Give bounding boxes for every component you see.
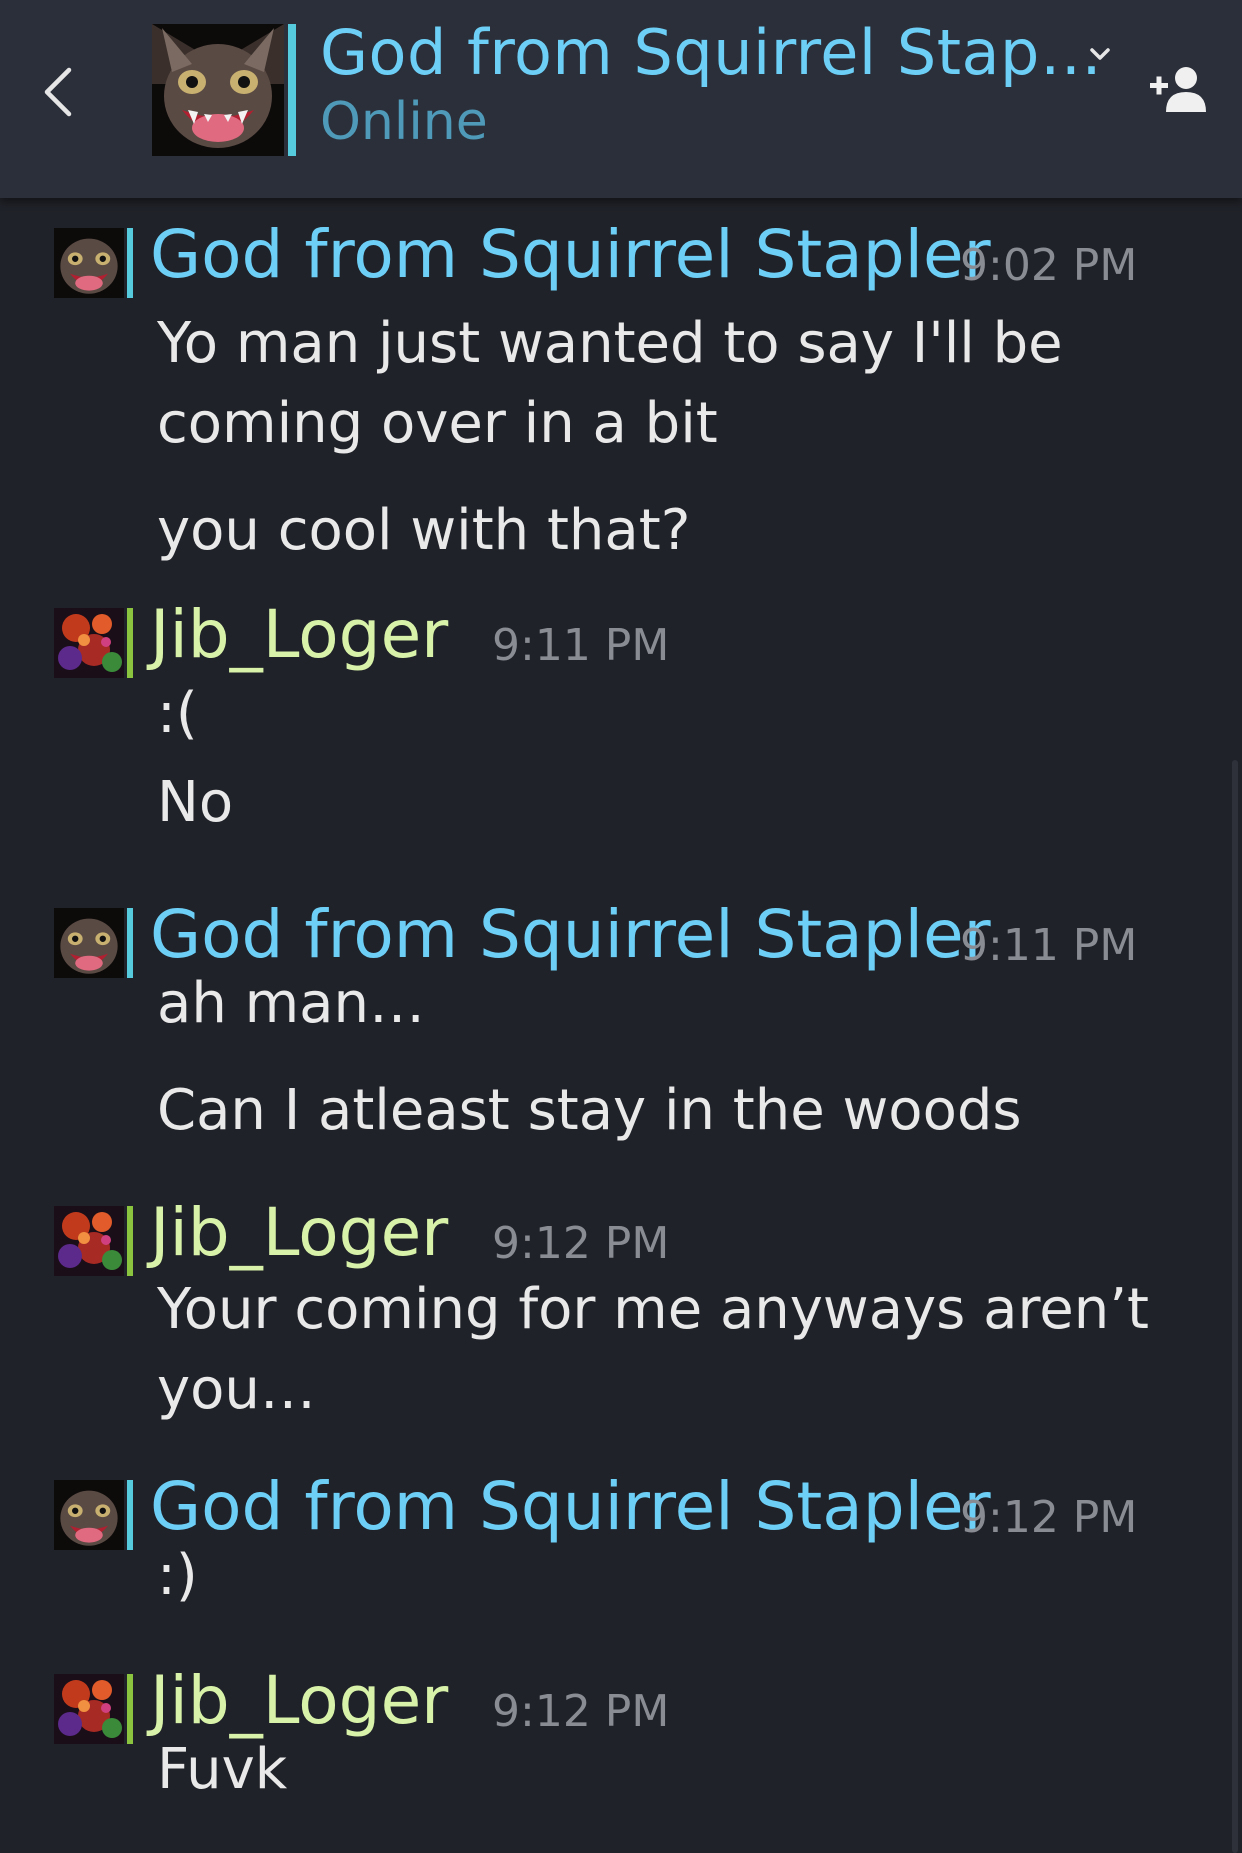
message-author[interactable]: Jib_Loger — [150, 1662, 448, 1739]
chat-title[interactable]: God from Squirrel Stap… — [320, 16, 1102, 89]
message-text: ah man… — [157, 971, 425, 1036]
message-author[interactable]: God from Squirrel Stapler — [150, 216, 991, 293]
message-author[interactable]: God from Squirrel Stapler — [150, 896, 991, 973]
chevron-left-icon — [44, 67, 72, 117]
message-text: you cool with that? — [157, 498, 691, 563]
back-button[interactable] — [28, 52, 88, 132]
jib-avatar[interactable] — [54, 608, 124, 678]
message-text: Your coming for me anyways aren’t you… — [157, 1277, 1149, 1422]
friend-avatar[interactable] — [152, 24, 296, 156]
add-friend-button[interactable] — [1148, 60, 1208, 120]
message-list[interactable]: God from Squirrel Stapler 9:02 PM Yo man… — [0, 198, 1242, 1853]
god-avatar[interactable] — [54, 228, 124, 298]
message-text: Fuvk — [157, 1737, 288, 1802]
god-avatar[interactable] — [54, 1480, 124, 1550]
god-avatar[interactable] — [54, 908, 124, 978]
chat-header: God from Squirrel Stap… Online — [0, 0, 1242, 198]
message-text: Can I atleast stay in the woods — [157, 1078, 1022, 1143]
message-author[interactable]: God from Squirrel Stapler — [150, 1468, 991, 1545]
chevron-down-icon[interactable] — [1084, 40, 1116, 68]
message-timestamp: 9:02 PM — [960, 240, 1138, 291]
online-status-bar — [127, 228, 133, 298]
jib-avatar[interactable] — [54, 1206, 124, 1276]
message-text: Yo man just wanted to say I'll be coming… — [157, 311, 1063, 456]
message-author[interactable]: Jib_Loger — [150, 596, 448, 673]
message-text: :) — [157, 1543, 198, 1608]
ingame-status-bar — [127, 1674, 133, 1744]
bat-avatar-image — [152, 24, 284, 156]
online-status-bar — [127, 908, 133, 978]
ingame-status-bar — [127, 1206, 133, 1276]
online-status-bar — [288, 24, 296, 156]
jib-avatar[interactable] — [54, 1674, 124, 1744]
scrollbar-thumb[interactable] — [1232, 760, 1238, 1853]
message-text: No — [157, 770, 234, 835]
message-timestamp: 9:11 PM — [492, 620, 670, 671]
friend-status: Online — [320, 92, 488, 152]
message-timestamp: 9:12 PM — [492, 1218, 670, 1269]
add-friend-icon — [1150, 67, 1206, 112]
message-author[interactable]: Jib_Loger — [150, 1194, 448, 1271]
online-status-bar — [127, 1480, 133, 1550]
ingame-status-bar — [127, 608, 133, 678]
message-text: :( — [157, 681, 198, 746]
